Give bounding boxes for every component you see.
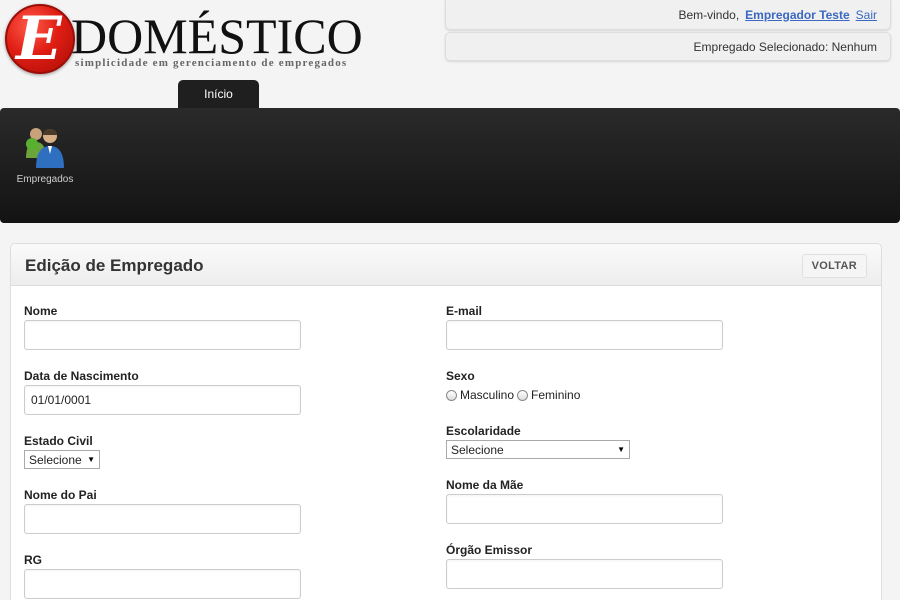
marital-status-label: Estado Civil	[24, 434, 93, 448]
nome-label: Nome	[24, 304, 58, 318]
main-toolbar: Empregados	[0, 108, 900, 223]
dropdown-arrow-icon: ▼	[87, 455, 95, 464]
tab-home[interactable]: Início	[178, 80, 259, 108]
sex-label: Sexo	[446, 369, 475, 383]
mother-name-input[interactable]	[446, 494, 723, 524]
logo-letter: E	[16, 4, 62, 74]
welcome-text: Bem-vindo,	[678, 7, 740, 22]
user-info-bar: Bem-vindo, Empregador Teste Sair	[445, 0, 891, 30]
dropdown-arrow-icon: ▼	[617, 445, 625, 454]
father-name-input[interactable]	[24, 504, 301, 534]
logo-tagline: simplicidade em gerenciamento de emprega…	[75, 57, 348, 69]
marital-status-select[interactable]: Selecione ▼	[24, 450, 100, 469]
selected-employee-text: Empregado Selecionado: Nenhum	[693, 39, 877, 54]
education-label: Escolaridade	[446, 424, 521, 438]
toolbar-item-employees[interactable]: Empregados	[14, 124, 76, 185]
marital-status-value: Selecione	[29, 452, 82, 467]
back-button[interactable]: VOLTAR	[801, 254, 867, 278]
sex-radio-female[interactable]	[517, 389, 529, 401]
birthdate-input[interactable]	[24, 385, 301, 415]
panel-header: Edição de Empregado VOLTAR	[11, 244, 881, 286]
email-input[interactable]	[446, 320, 723, 350]
panel-title: Edição de Empregado	[25, 256, 204, 275]
employees-icon	[24, 124, 66, 170]
mother-name-label: Nome da Mãe	[446, 478, 524, 492]
rg-label: RG	[24, 553, 42, 567]
sex-radio-group: Masculino Feminino	[446, 388, 583, 402]
sex-radio-male-label: Masculino	[460, 388, 515, 402]
education-select[interactable]: Selecione ▼	[446, 440, 630, 459]
nome-input[interactable]	[24, 320, 301, 350]
selected-employee-bar: Empregado Selecionado: Nenhum	[445, 32, 891, 61]
sex-radio-female-label: Feminino	[531, 388, 581, 402]
logout-link[interactable]: Sair	[856, 8, 877, 22]
issuing-agency-label: Órgão Emissor	[446, 543, 533, 557]
app-logo[interactable]: E DOMÉSTICO simplicidade em gerenciament…	[5, 2, 363, 80]
email-label: E-mail	[446, 304, 483, 318]
issuing-agency-input[interactable]	[446, 559, 723, 589]
user-profile-link[interactable]: Empregador Teste	[745, 8, 849, 22]
sex-radio-male[interactable]	[446, 389, 457, 401]
father-name-label: Nome do Pai	[24, 488, 97, 502]
birthdate-label: Data de Nascimento	[24, 369, 139, 383]
rg-input[interactable]	[24, 569, 301, 599]
toolbar-item-label: Empregados	[16, 174, 74, 185]
education-value: Selecione	[451, 442, 504, 457]
